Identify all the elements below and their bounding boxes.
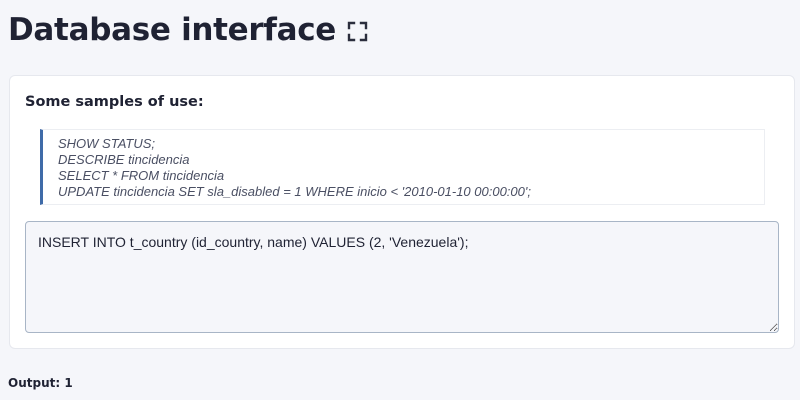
fullscreen-icon[interactable] [347, 21, 368, 42]
query-input[interactable]: INSERT INTO t_country (id_country, name)… [25, 221, 779, 333]
page-title: Database interface [8, 12, 337, 48]
page-header: Database interface [8, 10, 368, 50]
sample-line: DESCRIBE tincidencia [58, 152, 190, 167]
output-text: Output: 1 [8, 376, 73, 390]
sample-line: SHOW STATUS; [58, 136, 156, 151]
sample-line: UPDATE tincidencia SET sla_disabled = 1 … [58, 184, 531, 199]
sample-line: SELECT * FROM tincidencia [58, 168, 225, 183]
query-card: Some samples of use: SHOW STATUS; DESCRI… [9, 75, 795, 349]
samples-heading: Some samples of use: [25, 94, 204, 110]
samples-block: SHOW STATUS; DESCRIBE tincidencia SELECT… [40, 129, 765, 205]
